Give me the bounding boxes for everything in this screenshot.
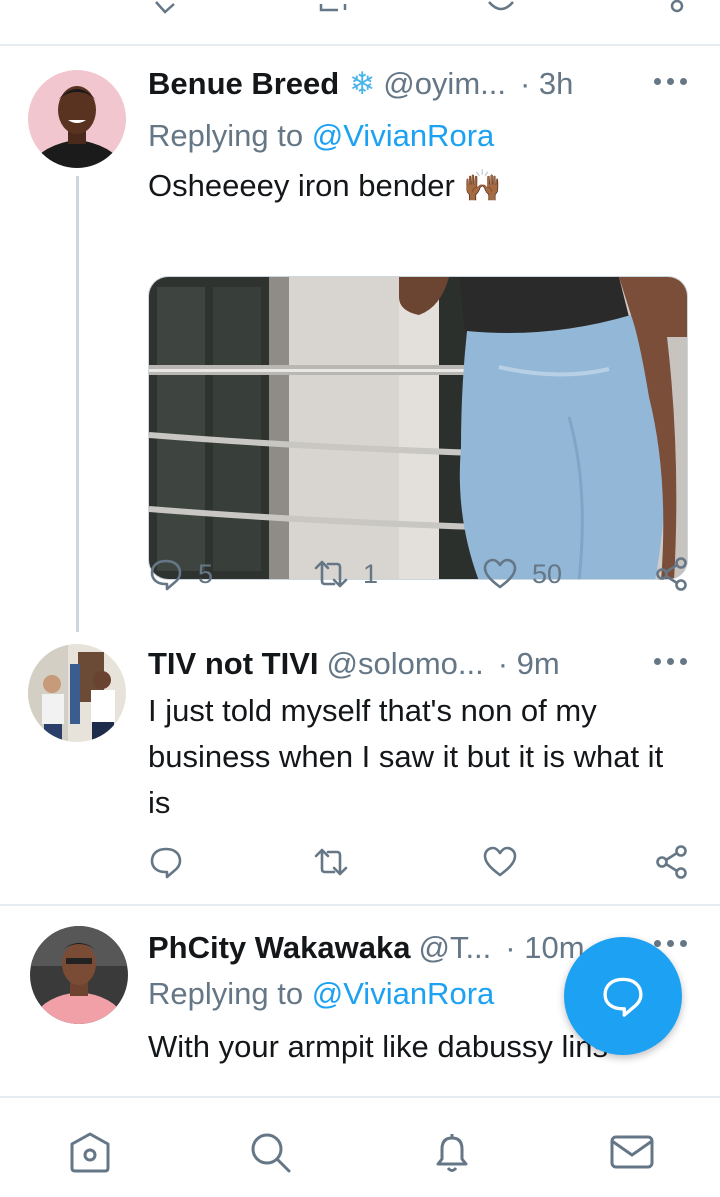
display-name[interactable]: TIV not TIVI	[148, 646, 319, 682]
tweet-header: TIV not TIVI @solomo... · 9m	[148, 644, 560, 684]
share-icon[interactable]	[654, 556, 690, 592]
thread-line	[76, 176, 79, 632]
retweet-icon[interactable]	[318, 0, 348, 16]
tweet-header: PhCity Wakawaka @T... · 10m	[148, 928, 585, 968]
search-icon	[251, 1133, 291, 1173]
bell-icon	[436, 1134, 468, 1172]
replying-to-link[interactable]: @VivianRora	[312, 118, 495, 153]
reply-icon[interactable]	[150, 0, 180, 16]
replying-to: Replying to @VivianRora	[148, 118, 494, 154]
share-action[interactable]	[654, 554, 690, 594]
tweet-header: Benue Breed ❄ @oyim... · 3h	[148, 64, 573, 104]
handle[interactable]: @T...	[418, 930, 491, 966]
compose-reply-button[interactable]	[564, 937, 682, 1055]
handle[interactable]: @oyim...	[383, 66, 506, 102]
mail-icon	[610, 1135, 654, 1169]
tweet-actions	[148, 842, 696, 882]
tweet[interactable]: Benue Breed ❄ @oyim... · 3h Replying to …	[0, 48, 720, 632]
like-action[interactable]: 50	[482, 554, 562, 594]
retweet-action[interactable]: 1	[313, 554, 378, 594]
reply-action[interactable]: 5	[148, 554, 213, 594]
tweet-text: Osheeeey iron bender 🙌🏾	[148, 168, 502, 203]
compose-reply-icon	[603, 977, 643, 1017]
snowflake-icon: ❄	[349, 66, 376, 101]
avatar[interactable]	[30, 926, 128, 1024]
retweet-icon[interactable]	[313, 556, 349, 592]
like-count: 50	[532, 558, 563, 589]
display-name[interactable]: PhCity Wakawaka	[148, 930, 410, 966]
tweet[interactable]: TIV not TIVI @solomo... · 9m I just told…	[0, 632, 720, 904]
handle[interactable]: @solomo...	[327, 646, 484, 682]
share-icon[interactable]	[662, 0, 692, 16]
nav-search[interactable]	[246, 1128, 294, 1176]
tweet-text: I just told myself that's non of my busi…	[148, 693, 664, 820]
share-icon[interactable]	[654, 844, 690, 880]
reply-count: 5	[198, 558, 214, 589]
tweet-actions: 5 1 50	[148, 554, 696, 594]
replying-label: Replying to	[148, 976, 312, 1011]
replying-to-link[interactable]: @VivianRora	[312, 976, 495, 1011]
timestamp: · 3h	[519, 66, 574, 101]
tweet-text: With your armpit like dabussy lins	[148, 1029, 608, 1064]
bottom-navigation	[0, 1096, 720, 1197]
avatar[interactable]	[28, 70, 126, 168]
retweet-action[interactable]	[313, 842, 349, 882]
avatar[interactable]	[28, 644, 126, 742]
more-icon[interactable]	[654, 658, 688, 668]
nav-notifications[interactable]	[428, 1128, 476, 1176]
tweet-photo[interactable]	[148, 276, 688, 580]
like-action[interactable]	[482, 842, 518, 882]
reply-icon[interactable]	[148, 844, 184, 880]
share-action[interactable]	[654, 842, 690, 882]
nav-messages[interactable]	[608, 1128, 656, 1176]
previous-tweet-actions	[0, 0, 720, 46]
display-name[interactable]: Benue Breed	[148, 66, 339, 102]
more-icon[interactable]	[654, 78, 688, 88]
replying-to: Replying to @VivianRora	[148, 976, 494, 1012]
retweet-icon[interactable]	[313, 844, 349, 880]
timestamp: · 9m	[497, 646, 560, 681]
reply-action[interactable]	[148, 842, 184, 882]
retweet-count: 1	[363, 558, 379, 589]
heart-icon[interactable]	[486, 0, 516, 16]
heart-icon[interactable]	[482, 556, 518, 592]
replying-label: Replying to	[148, 118, 312, 153]
heart-icon[interactable]	[482, 844, 518, 880]
nav-home[interactable]	[66, 1128, 114, 1176]
reply-icon[interactable]	[148, 556, 184, 592]
timestamp: · 10m	[505, 930, 585, 965]
home-icon	[70, 1132, 110, 1173]
